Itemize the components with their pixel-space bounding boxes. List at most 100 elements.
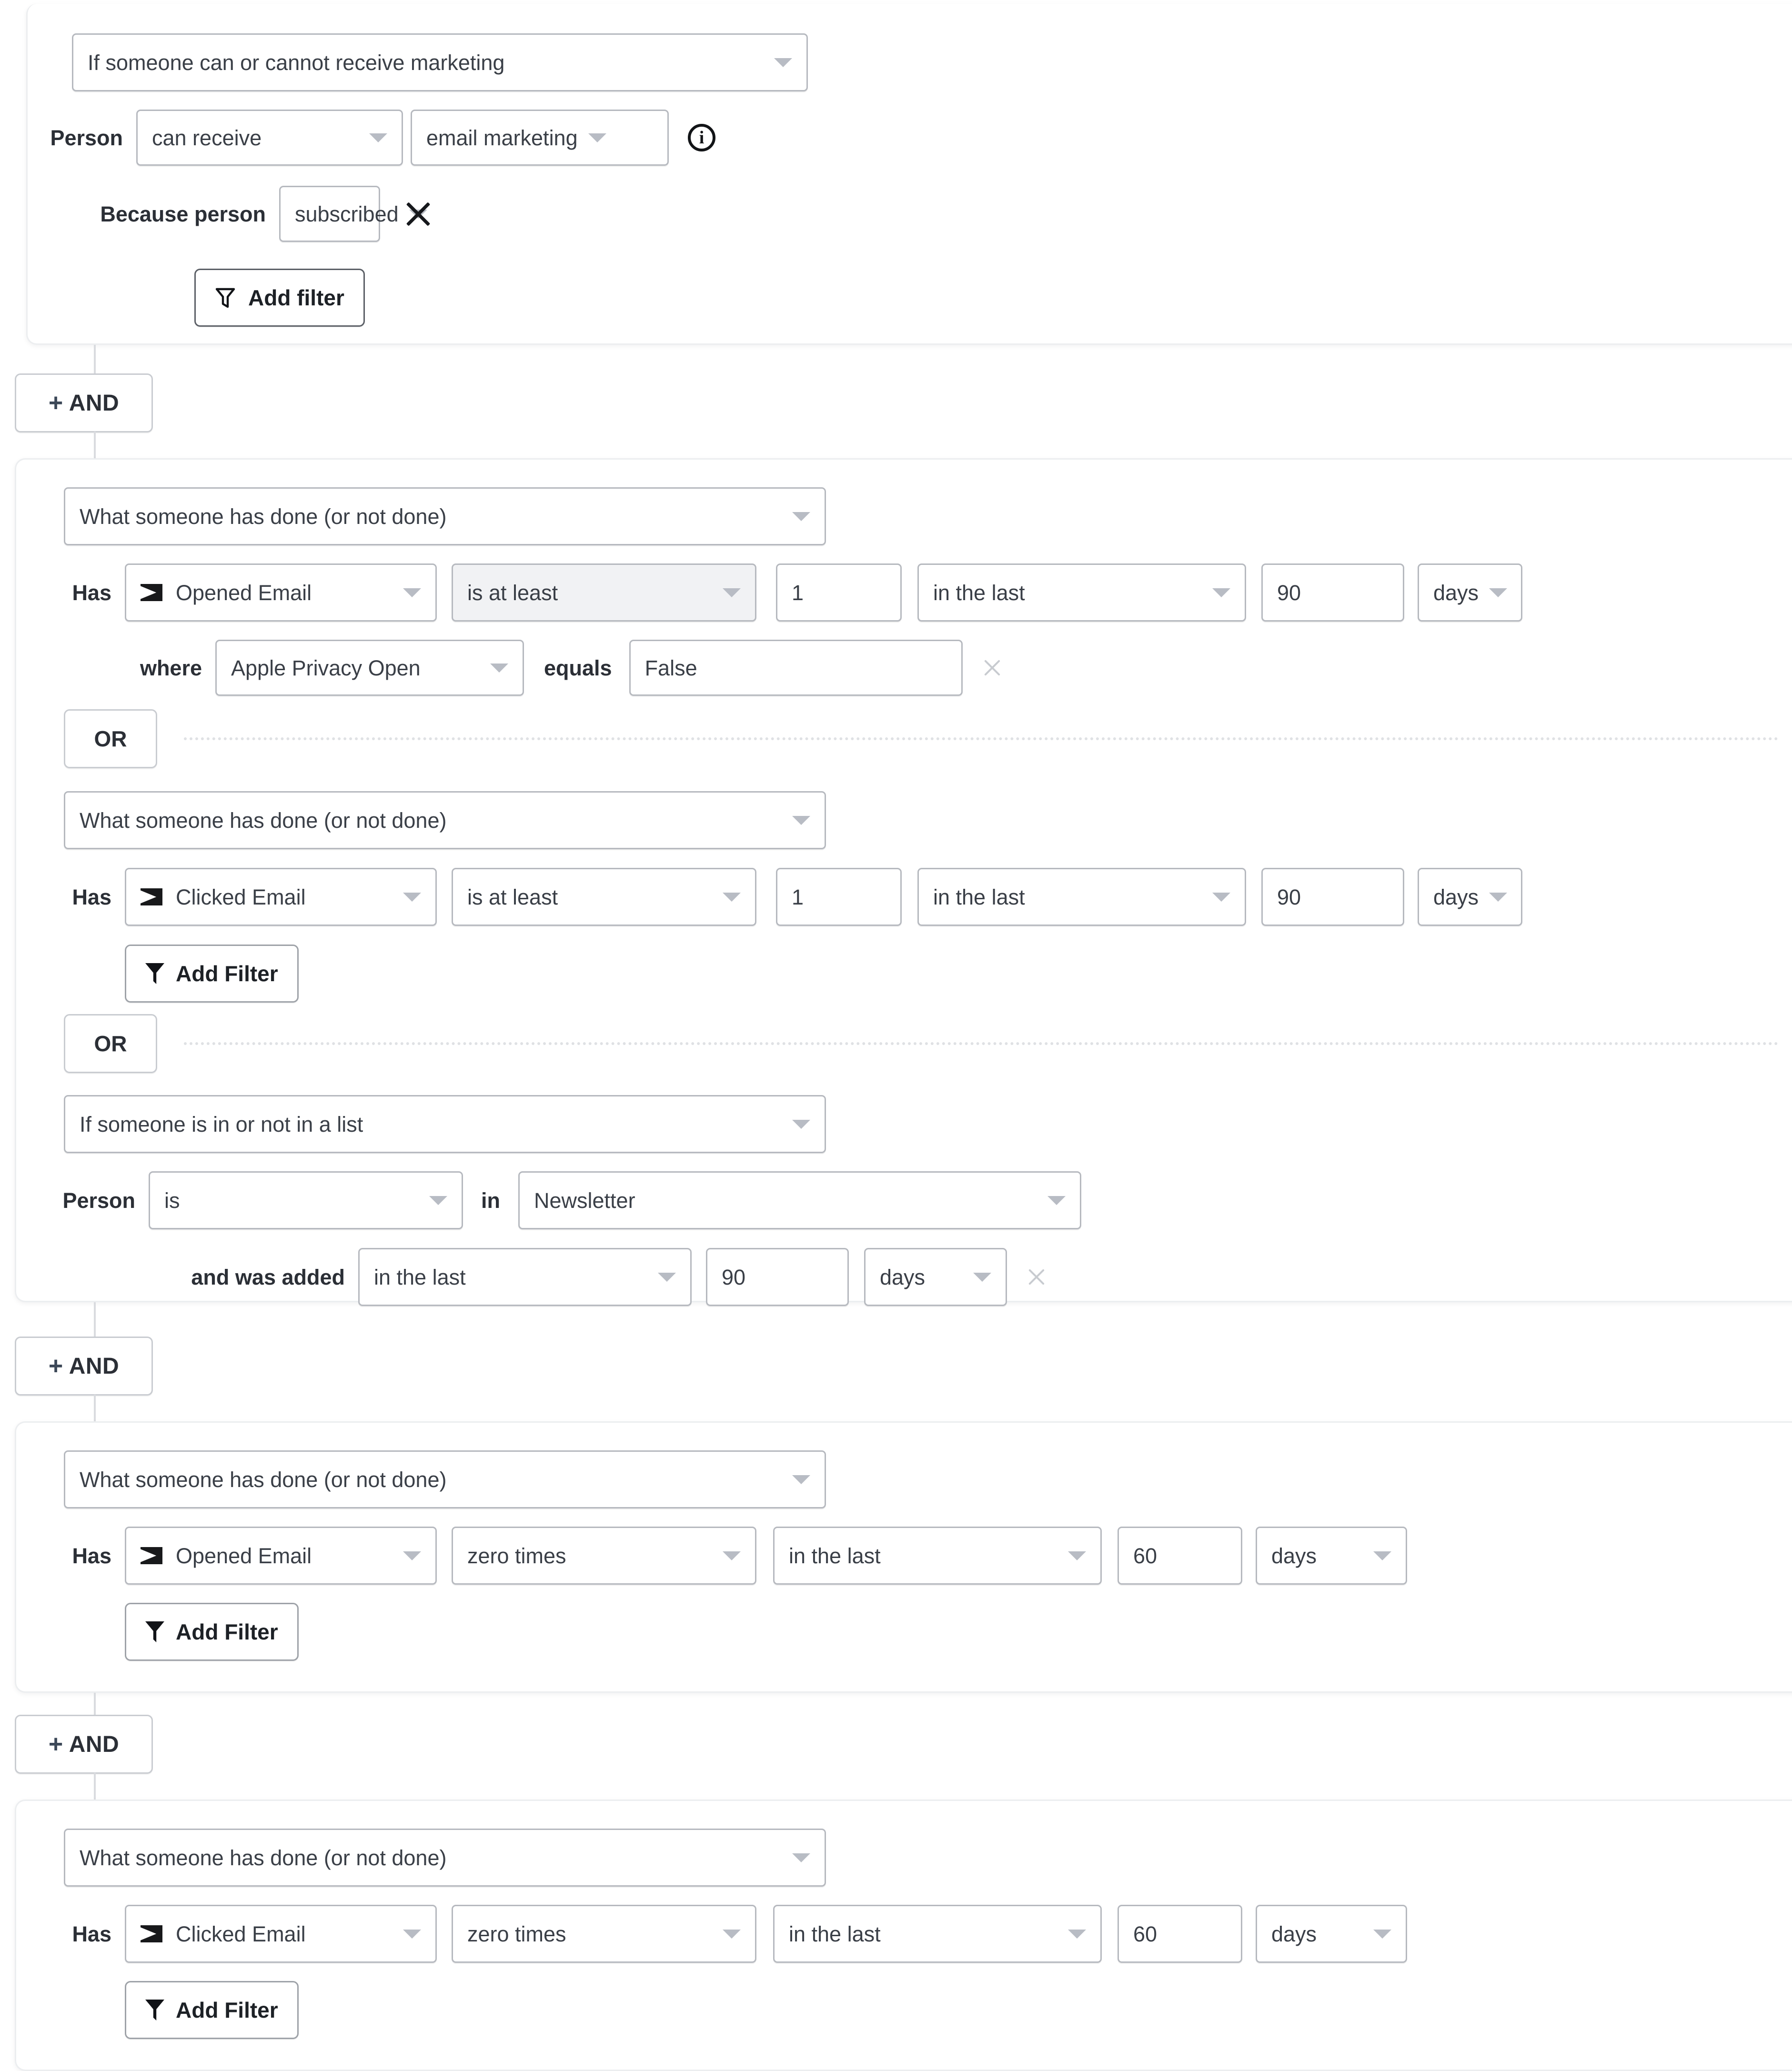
amount-input-2a[interactable]: 90 [1261,563,1404,622]
amount-value-2b: 90 [1277,885,1301,909]
amount-input-4a[interactable]: 60 [1117,1905,1242,1963]
timeframe-value-3a: in the last [789,1543,881,1568]
list-membership-row: Person is in Newsletter [16,1171,1081,1229]
can-receive-select[interactable]: can receive [136,110,403,166]
condition-type-label-2a: What someone has done (or not done) [80,504,447,529]
add-filter-label-2b: Add Filter [176,961,278,986]
chevron-down-icon [1212,892,1230,902]
timeframe-select-3a[interactable]: in the last [773,1527,1102,1585]
condition-type-select-2b[interactable]: What someone has done (or not done) [64,791,826,849]
added-timeframe-value: in the last [374,1265,466,1289]
chevron-down-icon [723,1929,741,1939]
list-select-2c[interactable]: Newsletter [518,1171,1081,1229]
operator-value-3a: zero times [467,1543,566,1568]
condition-type-select-2a[interactable]: What someone has done (or not done) [64,487,826,545]
membership-value-2c: is [164,1188,180,1213]
metric-select-2a[interactable]: Opened Email [125,563,437,622]
add-and-button-3[interactable]: + AND [15,1715,153,1774]
close-icon[interactable] [1026,1267,1047,1287]
where-row-2a: where Apple Privacy Open equals False [16,640,1003,696]
where-property-value-2a: Apple Privacy Open [231,655,421,680]
unit-value-2b: days [1433,885,1479,909]
operator-select-4a[interactable]: zero times [452,1905,756,1963]
email-icon [141,584,162,601]
operator-value-4a: zero times [467,1921,566,1946]
plus-icon: + [48,1730,63,1758]
chevron-down-icon [1068,1551,1086,1560]
amount-input-3a[interactable]: 60 [1117,1527,1242,1585]
condition-type-select-3a[interactable]: What someone has done (or not done) [64,1450,826,1508]
metric-select-3a[interactable]: Opened Email [125,1527,437,1585]
close-icon[interactable] [403,199,433,229]
added-amount-input[interactable]: 90 [706,1248,849,1306]
condition-type-label-3a: What someone has done (or not done) [80,1467,447,1492]
add-filter-button-3a[interactable]: Add Filter [125,1603,299,1661]
unit-value-2a: days [1433,580,1479,605]
chevron-down-icon [792,1119,810,1129]
added-amount-value: 90 [722,1265,746,1289]
metric-select-4a[interactable]: Clicked Email [125,1905,437,1963]
operator-select-3a[interactable]: zero times [452,1527,756,1585]
add-and-button-2[interactable]: + AND [15,1337,153,1396]
membership-select-2c[interactable]: is [149,1171,463,1229]
unit-select-2b[interactable]: days [1418,868,1522,926]
timeframe-value-2b: in the last [933,885,1025,909]
list-added-row: and was added in the last 90 days [16,1248,1047,1306]
condition-type-select-4a[interactable]: What someone has done (or not done) [64,1829,826,1887]
condition-type-label-2b: What someone has done (or not done) [80,808,447,833]
or-button-1[interactable]: OR [64,709,157,768]
chevron-down-icon [723,588,741,597]
count-input-2a[interactable]: 1 [776,563,902,622]
because-person-select[interactable]: subscribed [279,186,427,242]
operator-value-2b: is at least [467,885,558,909]
operator-select-2a[interactable]: is at least [452,563,756,622]
add-filter-label-4a: Add Filter [176,1998,278,2022]
metric-row-2a: Has Opened Email is at least 1 in the la… [16,563,1522,622]
has-label-2a: Has [72,580,111,605]
because-person-row: Because person subscribed [28,186,433,242]
or-button-2[interactable]: OR [64,1014,157,1073]
unit-value-3a: days [1271,1543,1317,1568]
add-and-button-1[interactable]: + AND [15,373,153,432]
unit-select-4a[interactable]: days [1256,1905,1407,1963]
or-dashed-line-1 [184,737,1779,740]
amount-value-3a: 60 [1133,1543,1158,1568]
add-filter-button-2b[interactable]: Add Filter [125,945,299,1003]
equals-value-input-2a[interactable]: False [629,640,963,696]
chevron-down-icon [792,815,810,825]
chevron-down-icon [658,1272,676,1282]
timeframe-select-2a[interactable]: in the last [917,563,1246,622]
close-icon[interactable] [982,657,1003,678]
person-label-2c: Person [62,1188,135,1213]
chevron-down-icon [403,588,421,597]
chevron-down-icon [588,133,606,142]
condition-type-label-2c: If someone is in or not in a list [80,1112,363,1136]
filter-icon [145,2000,164,2021]
has-label-4a: Has [72,1921,111,1946]
added-timeframe-select[interactable]: in the last [358,1248,692,1306]
has-label-2b: Has [72,885,111,909]
condition-type-select-2c[interactable]: If someone is in or not in a list [64,1095,826,1153]
where-property-select-2a[interactable]: Apple Privacy Open [215,640,524,696]
timeframe-select-2b[interactable]: in the last [917,868,1246,926]
added-unit-select[interactable]: days [864,1248,1007,1306]
unit-select-3a[interactable]: days [1256,1527,1407,1585]
condition-group-2: What someone has done (or not done) Has … [15,458,1792,1306]
equals-label-2a: equals [544,655,612,680]
count-input-2b[interactable]: 1 [776,868,902,926]
condition-type-select-1[interactable]: If someone can or cannot receive marketi… [72,33,808,91]
chevron-down-icon [792,1853,810,1862]
add-filter-button-1[interactable]: Add filter [194,269,365,327]
timeframe-select-4a[interactable]: in the last [773,1905,1102,1963]
chevron-down-icon [403,1929,421,1939]
metric-row-4a: Has Clicked Email zero times in the last… [16,1905,1407,1963]
metric-select-2b[interactable]: Clicked Email [125,868,437,926]
amount-input-2b[interactable]: 90 [1261,868,1404,926]
unit-select-2a[interactable]: days [1418,563,1522,622]
operator-select-2b[interactable]: is at least [452,868,756,926]
info-circle-icon[interactable]: i [688,124,715,151]
channel-select[interactable]: email marketing [411,110,669,166]
chevron-down-icon [490,663,508,673]
add-filter-button-4a[interactable]: Add Filter [125,1981,299,2039]
or-label-2: OR [94,1031,127,1056]
